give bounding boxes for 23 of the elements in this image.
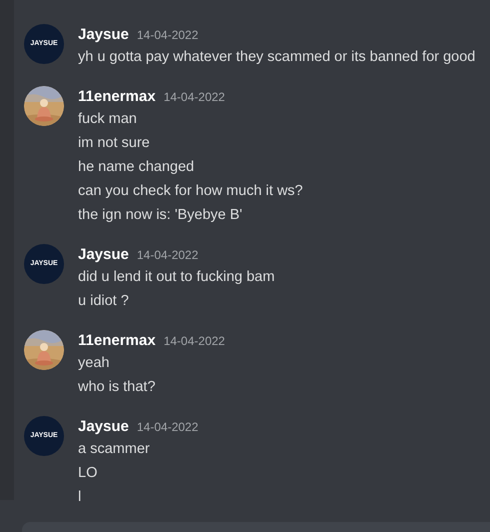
message-text: fuck man <box>78 110 138 129</box>
message-text: who is that? <box>78 378 156 397</box>
message-text: can you check for how much it ws? <box>78 182 303 201</box>
timestamp: 14-04-2022 <box>164 89 225 106</box>
message-text: im not sure <box>78 134 151 153</box>
message-text: yh u gotta pay whatever they scammed or its banned for good <box>78 48 476 67</box>
message-text: LO <box>78 464 98 483</box>
message-text: u idiot ? <box>78 292 130 311</box>
timestamp: 14-04-2022 <box>136 419 198 436</box>
message-text: did u lend it out to fucking bam <box>78 268 275 287</box>
username[interactable]: Jaysue <box>78 244 129 266</box>
username[interactable]: 11enermax <box>78 330 156 352</box>
message-text: the ign now is: 'Byebye B' <box>78 206 244 225</box>
message-text: yeah <box>78 354 110 373</box>
timestamp: 14-04-2022 <box>136 247 198 264</box>
timestamp: 14-04-2022 <box>136 27 198 44</box>
message-text: he name changed <box>78 158 196 177</box>
username[interactable]: 11enermax <box>78 86 156 108</box>
username[interactable]: Jaysue <box>78 24 129 46</box>
message-text: a scammer <box>78 440 151 459</box>
message-text: l <box>78 488 82 507</box>
username[interactable]: Jaysue <box>78 416 129 438</box>
timestamp: 14-04-2022 <box>164 333 225 350</box>
